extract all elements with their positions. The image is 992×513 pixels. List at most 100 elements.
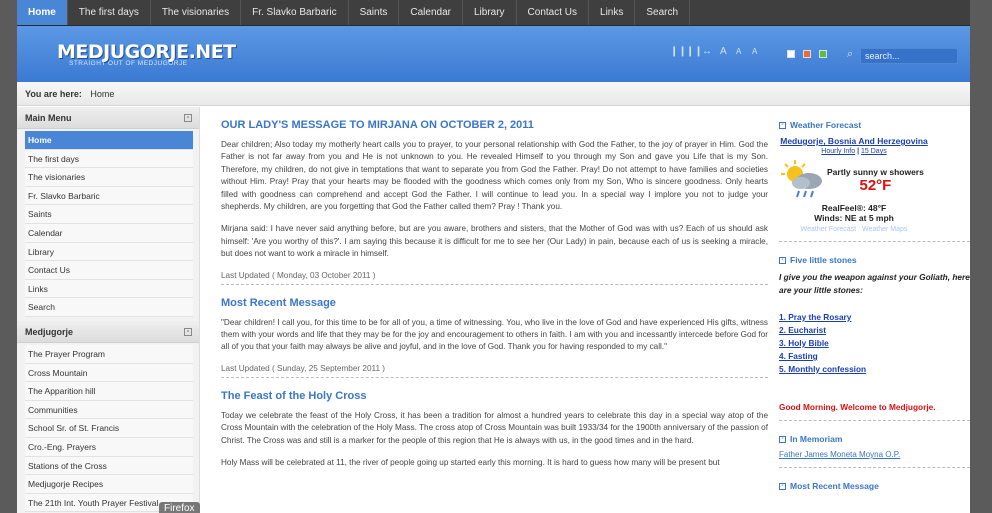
weather-realfeel: RealFeel®: 48°F <box>821 203 887 213</box>
weather-footer: Weather Forecast Weather Maps <box>779 226 929 233</box>
article-paragraph: Holy Mass will be celebrated at 11, the … <box>221 458 720 468</box>
firefox-tooltip: Firefox <box>159 502 200 513</box>
menu-item-cross-mountain[interactable]: Cross Mountain <box>25 363 193 383</box>
article-title[interactable]: Most Recent Message <box>221 297 768 309</box>
font-decrease-icon[interactable]: A <box>736 47 741 56</box>
main-menu-title: Main Menu - <box>17 107 199 129</box>
article-paragraph: Dear children; Also today my motherly he… <box>221 140 768 212</box>
stone-rosary[interactable]: 1. Pray the Rosary <box>779 311 970 324</box>
header-controls: ❙❙ ❙❙ ↔ A A A ⌕ search... <box>657 46 970 66</box>
medjugorje-menu: The Prayer Program Cross Mountain The Ap… <box>17 343 199 513</box>
menu-item-calendar[interactable]: Calendar <box>25 223 193 243</box>
weather-links: Hourly Info | 15 Days <box>821 148 887 155</box>
weather-widget: Medugorje, Bosnia And Herzegovina Hourly… <box>779 136 929 233</box>
menu-item-apparition-hill[interactable]: The Apparition hill <box>25 382 193 401</box>
menu-item-contact[interactable]: Contact Us <box>25 261 193 280</box>
site-header: MEDJUGORJE.NET STRAIGHT OUT OF MEDJUGORJ… <box>17 26 970 82</box>
maps-link[interactable]: Weather Maps <box>862 226 907 233</box>
article-paragraph: "Dear children! I call you, for this tim… <box>221 317 768 352</box>
article-title[interactable]: OUR LADY'S MESSAGE TO MIRJANA ON OCTOBER… <box>221 119 768 131</box>
article-paragraph: Today we celebrate the feast of the Holy… <box>221 410 768 445</box>
nav-home[interactable]: Home <box>17 0 68 25</box>
article-updated: Last Updated ( Monday, 03 October 2011 ) <box>221 271 768 285</box>
days-link[interactable]: 15 Days <box>861 148 887 155</box>
nav-library[interactable]: Library <box>463 0 517 25</box>
wide-width-icon[interactable]: ↔ <box>702 46 712 57</box>
memoriam-title: - In Memoriam <box>779 434 970 444</box>
divider <box>779 420 970 421</box>
stone-confession[interactable]: 5. Monthly confession <box>779 363 970 376</box>
nav-contact[interactable]: Contact Us <box>517 0 590 25</box>
collapse-icon[interactable]: - <box>779 256 786 264</box>
weather-city[interactable]: Medugorje, Bosnia And Herzegovina <box>779 136 929 146</box>
main-menu: Home The first days The visionaries Fr. … <box>17 129 199 321</box>
theme-white-icon[interactable] <box>787 50 795 58</box>
font-increase-icon[interactable]: A <box>720 46 727 57</box>
breadcrumb-label: You are here: <box>25 89 82 99</box>
article-title[interactable]: The Feast of the Holy Cross <box>221 390 768 402</box>
menu-item-library[interactable]: Library <box>25 242 193 262</box>
menu-item-prayers[interactable]: Cro.-Eng. Prayers <box>25 437 193 457</box>
menu-item-school[interactable]: School Sr. of St. Francis <box>25 419 193 438</box>
collapse-icon[interactable]: - <box>184 114 192 122</box>
menu-item-stations[interactable]: Stations of the Cross <box>25 456 193 476</box>
theme-green-icon[interactable] <box>819 50 827 58</box>
collapse-icon[interactable]: - <box>779 482 786 490</box>
page: Home The first days The visionaries Fr. … <box>17 0 970 513</box>
nav-calendar[interactable]: Calendar <box>399 0 463 25</box>
search-input[interactable]: search... <box>860 48 958 64</box>
stones-list: 1. Pray the Rosary 2. Eucharist 3. Holy … <box>779 311 970 376</box>
greeting: Good Morning. Welcome to Medjugorje. <box>779 402 936 412</box>
menu-item-communities[interactable]: Communities <box>25 400 193 420</box>
nav-links[interactable]: Links <box>589 0 636 25</box>
breadcrumb-current: Home <box>90 89 115 99</box>
stone-bible[interactable]: 3. Holy Bible <box>779 337 970 350</box>
menu-item-saints[interactable]: Saints <box>25 205 193 224</box>
menu-item-visionaries[interactable]: The visionaries <box>25 168 193 187</box>
stone-fasting[interactable]: 4. Fasting <box>779 350 970 363</box>
hourly-link[interactable]: Hourly Info <box>821 148 855 155</box>
menu-item-slavko[interactable]: Fr. Slavko Barbaric <box>25 186 193 206</box>
menu-item-prayer-program[interactable]: The Prayer Program <box>25 344 193 364</box>
search-icon: ⌕ <box>847 48 854 60</box>
weather-winds: Winds: NE at 5 mph <box>814 213 894 223</box>
nav-visionaries[interactable]: The visionaries <box>151 0 242 25</box>
theme-orange-icon[interactable] <box>803 50 811 58</box>
recent-message-title: - Most Recent Message <box>779 481 970 491</box>
menu-item-home[interactable]: Home <box>25 131 193 150</box>
menu-item-search[interactable]: Search <box>25 298 193 317</box>
weather-title: - Weather Forecast <box>779 120 970 130</box>
divider <box>779 241 970 242</box>
nav-slavko[interactable]: Fr. Slavko Barbaric <box>241 0 349 25</box>
collapse-icon[interactable]: - <box>779 435 786 443</box>
weather-condition: Partly sunny w showers <box>827 166 924 177</box>
article-updated: Last Updated ( Sunday, 25 September 2011… <box>221 364 768 378</box>
weather-body: Partly sunny w showers 52°F <box>779 159 929 201</box>
memoriam-link[interactable]: Father James Moneta Moyna O.P. <box>779 450 970 459</box>
stones-intro: I give you the weapon against your Golia… <box>779 272 970 295</box>
medium-width-icon[interactable]: ❙❙ <box>686 46 703 57</box>
menu-item-recipes[interactable]: Medjugorje Recipes <box>25 475 193 494</box>
collapse-icon[interactable]: - <box>184 327 192 336</box>
narrow-width-icon[interactable]: ❙❙ <box>670 46 687 57</box>
left-sidebar: Main Menu - Home The first days The visi… <box>17 107 200 513</box>
menu-item-first-days[interactable]: The first days <box>25 149 193 169</box>
main-content: OUR LADY'S MESSAGE TO MIRJANA ON OCTOBER… <box>212 107 768 513</box>
nav-saints[interactable]: Saints <box>349 0 400 25</box>
collapse-icon[interactable]: - <box>779 121 786 129</box>
right-sidebar: - Weather Forecast Medugorje, Bosnia And… <box>775 107 970 513</box>
stone-eucharist[interactable]: 2. Eucharist <box>779 324 970 337</box>
breadcrumb: You are here: Home <box>17 82 970 106</box>
site-logo[interactable]: MEDJUGORJE.NET STRAIGHT OUT OF MEDJUGORJ… <box>57 41 236 67</box>
divider <box>779 467 970 468</box>
stones-title: - Five little stones <box>779 255 970 265</box>
nav-first-days[interactable]: The first days <box>68 0 151 25</box>
menu-item-links[interactable]: Links <box>25 279 193 299</box>
font-reset-icon[interactable]: A <box>752 47 757 56</box>
article-paragraph: Mirjana said: I have never said anything… <box>221 224 768 259</box>
medjugorje-menu-title: Medjugorje - <box>17 320 199 343</box>
weather-temperature: 52°F <box>859 176 892 194</box>
nav-search[interactable]: Search <box>635 0 691 25</box>
top-navigation: Home The first days The visionaries Fr. … <box>17 0 970 26</box>
forecast-link[interactable]: Weather Forecast <box>801 226 857 233</box>
